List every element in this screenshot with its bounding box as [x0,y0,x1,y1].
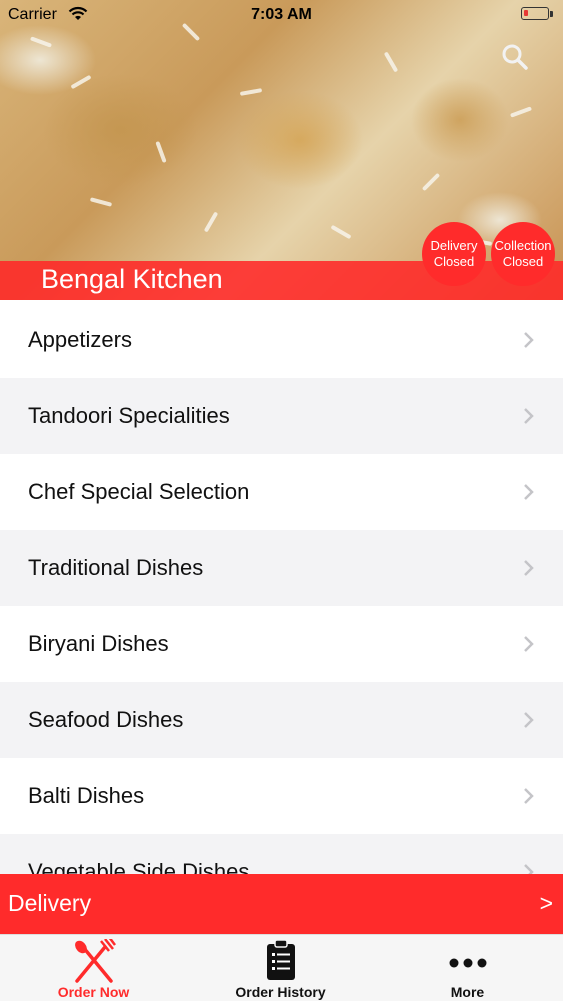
battery-tip [550,11,553,17]
tab-order-now[interactable]: Order Now [0,935,187,1001]
tab-bar: Order Now Order History More [0,934,563,1001]
chevron-right-icon [524,484,534,500]
chevron-right-icon [524,636,534,652]
food-image-detail [239,88,263,96]
clipboard-list-icon [187,939,374,983]
header-banner: Carrier 7:03 AM Bengal Kitchen Delivery … [0,0,563,300]
menu-item-label: Balti Dishes [28,783,145,808]
delivery-status-line1: Delivery [430,238,478,253]
fork-knife-icon [0,939,187,983]
menu-item-label: Traditional Dishes [28,555,204,580]
food-image-detail [89,197,113,207]
menu-item-balti-dishes[interactable]: Balti Dishes [0,758,563,834]
menu-item-label: Chef Special Selection [28,479,250,504]
order-type-label: Delivery [8,890,92,916]
menu-item-label: Biryani Dishes [28,631,169,656]
food-image-detail [421,172,441,192]
battery-icon [521,7,549,20]
collection-status-line1: Collection [494,238,552,253]
order-type-arrow: > [539,890,553,916]
delivery-status-badge: Delivery Closed [422,222,486,286]
chevron-right-icon [524,408,534,424]
food-image-detail [330,224,352,240]
order-type-bar[interactable]: Delivery > [0,874,563,934]
collection-status-line2: Closed [502,254,544,269]
menu-item-chef-special-selection[interactable]: Chef Special Selection [0,454,563,530]
chevron-right-icon [524,788,534,804]
collection-status-badge: Collection Closed [491,222,555,286]
food-image-detail [155,140,167,164]
menu-item-label: Vegetable Side Dishes [28,859,250,874]
restaurant-name: Bengal Kitchen [41,264,223,294]
chevron-right-icon [524,332,534,348]
search-icon[interactable] [498,40,532,74]
menu-item-label: Tandoori Specialities [28,403,230,428]
tab-order-history[interactable]: Order History [187,935,374,1001]
status-bar: Carrier 7:03 AM [0,0,563,30]
food-image-detail [29,36,53,48]
menu-item-seafood-dishes[interactable]: Seafood Dishes [0,682,563,758]
menu-item-label: Seafood Dishes [28,707,184,732]
menu-item-tandoori-specialities[interactable]: Tandoori Specialities [0,378,563,454]
menu-item-label: Appetizers [28,327,132,352]
menu-item-traditional-dishes[interactable]: Traditional Dishes [0,530,563,606]
status-time: 7:03 AM [251,6,312,23]
chevron-right-icon [524,864,534,874]
food-image-detail [70,74,92,90]
chevron-right-icon [524,560,534,576]
tab-label: Order History [235,984,326,1000]
tab-more[interactable]: More [374,935,561,1001]
tab-label: More [450,984,485,1000]
food-image-detail [509,106,533,118]
delivery-status-line2: Closed [433,254,475,269]
food-image-detail [203,211,219,233]
chevron-right-icon [524,712,534,728]
tab-label: Order Now [57,984,130,1000]
menu-item-appetizers[interactable]: Appetizers [0,302,563,378]
food-image-detail [383,51,399,73]
menu-category-list[interactable]: Appetizers Tandoori Specialities Chef Sp… [0,302,563,874]
menu-item-vegetable-side-dishes[interactable]: Vegetable Side Dishes [0,834,563,874]
more-dots-icon [374,939,561,983]
menu-item-biryani-dishes[interactable]: Biryani Dishes [0,606,563,682]
